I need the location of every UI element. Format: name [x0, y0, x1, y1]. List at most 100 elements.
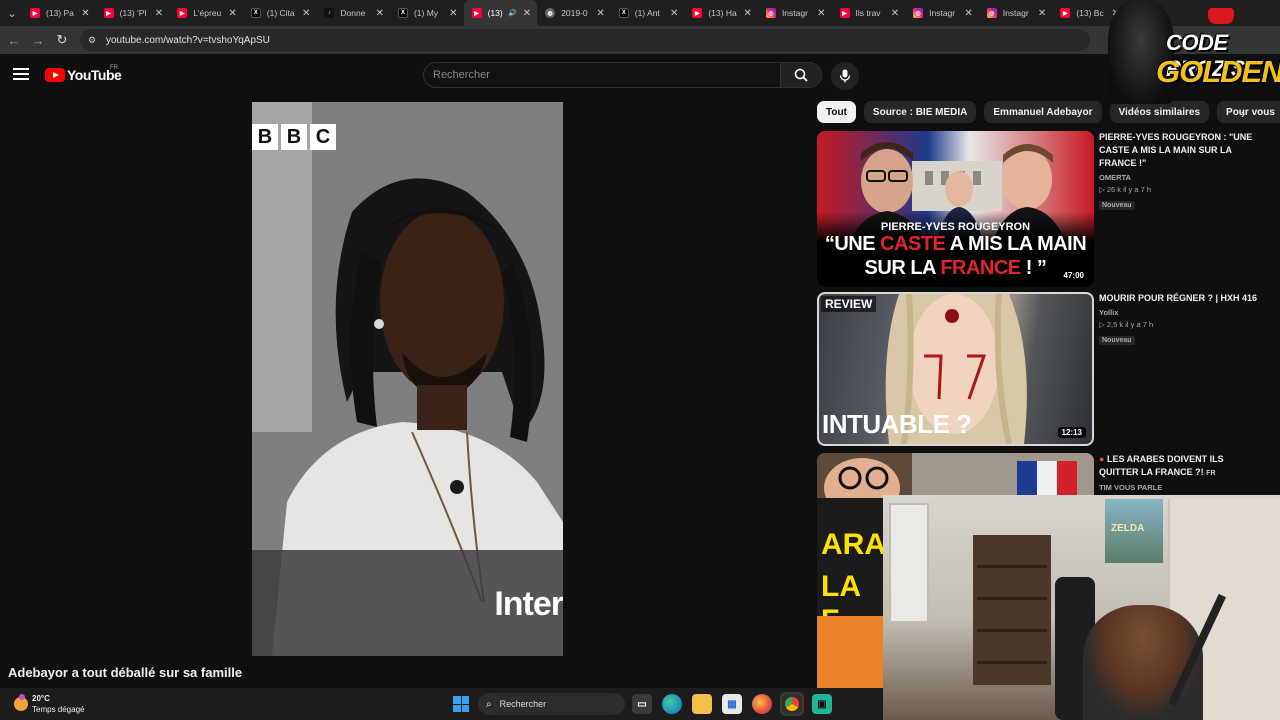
bbc-letter: B — [252, 124, 278, 150]
headline-part: SUR LA — [864, 257, 941, 279]
youtube-icon: ▶ — [30, 8, 40, 18]
browser-tab[interactable]: ♪ Donne ✕ — [316, 0, 390, 26]
tab-title: Instagr — [781, 8, 808, 18]
browser-tab[interactable]: ▶ (13) 'PI ✕ — [96, 0, 170, 26]
recommendation-item[interactable]: ● LES ARABES DOIVENT ILS QUITTER LA FRAN… — [817, 453, 1257, 498]
recommendation-item[interactable]: PIERRE-YVES ROUGEYRON “UNE CASTE A MIS L… — [817, 131, 1257, 287]
taskbar-search[interactable]: ⌕ Rechercher — [478, 693, 625, 715]
zelda-poster: ZELDA — [1105, 499, 1163, 563]
duration-badge: 12:13 — [1057, 427, 1086, 438]
close-tab-icon[interactable]: ✕ — [302, 8, 310, 19]
chevron-right-icon[interactable]: › — [1234, 104, 1252, 122]
close-tab-icon[interactable]: ✕ — [596, 8, 604, 19]
video-player[interactable]: B B C Inter — [252, 102, 563, 656]
thumbnail-headline-1: ARA — [821, 528, 883, 561]
review-tag: REVIEW — [821, 296, 877, 312]
close-tab-icon[interactable]: ✕ — [228, 8, 236, 19]
task-view-icon[interactable]: ▭ — [632, 694, 652, 714]
chip-similar-videos[interactable]: Vidéos similaires — [1109, 101, 1210, 123]
chip-emmanuel-adebayor[interactable]: Emmanuel Adebayor — [984, 101, 1102, 123]
close-tab-icon[interactable]: ✕ — [1038, 8, 1046, 19]
close-tab-icon[interactable]: ✕ — [964, 8, 972, 19]
fire-icon: ● — [1099, 454, 1105, 464]
youtube-masthead: YouTube FR Rechercher — [0, 54, 1280, 96]
speaker-icon[interactable]: 🔊 — [508, 9, 517, 17]
windows-start-icon[interactable] — [453, 696, 469, 712]
browser-tab[interactable]: X (1) Cita ✕ — [243, 0, 317, 26]
close-tab-icon[interactable]: ✕ — [891, 8, 899, 19]
browser-tab[interactable]: ▶ (13) Ha ✕ — [684, 0, 758, 26]
address-bar[interactable]: ⚙ youtube.com/watch?v=tvshoYqApSU — [80, 29, 1090, 51]
youtube-logo[interactable]: YouTube FR — [45, 65, 122, 83]
view-stats: ▷ 2,5 k il y a 7 h — [1099, 320, 1154, 329]
video-meta: ● LES ARABES DOIVENT ILS QUITTER LA FRAN… — [1099, 453, 1259, 492]
browser-tab[interactable]: ◎ Instagr ✕ — [905, 0, 979, 26]
store-icon[interactable]: ▦ — [722, 694, 742, 714]
bbc-logo: B B C — [252, 124, 336, 150]
browser-tab[interactable]: X (1) My ✕ — [390, 0, 464, 26]
streamer-webcam: ZELDA — [883, 495, 1280, 720]
instagram-icon: ◎ — [986, 8, 997, 18]
app-icon[interactable]: ▣ — [812, 694, 832, 714]
file-explorer-icon[interactable] — [692, 694, 712, 714]
chrome-icon[interactable] — [782, 694, 802, 714]
channel-name[interactable]: TIM VOUS PARLE — [1099, 483, 1259, 492]
browser-tab[interactable]: ◎ Instagr ✕ — [979, 0, 1053, 26]
tab-title: (13) Ha — [708, 8, 737, 18]
tab-search-chevron-icon[interactable]: ⌄ — [2, 3, 22, 23]
close-tab-icon[interactable]: ✕ — [155, 8, 163, 19]
thumbnail-fragment[interactable]: ARA LA F — [817, 498, 883, 688]
browser-tab[interactable]: ▶ Ils trav ✕ — [832, 0, 906, 26]
x-icon: X — [618, 8, 629, 18]
tiktok-icon: ♪ — [324, 8, 335, 18]
browser-tab[interactable]: ▶ (13) 🔊 ✕ — [463, 0, 538, 26]
channel-name[interactable]: OMERTA — [1099, 173, 1259, 182]
voice-search-button[interactable] — [831, 62, 859, 90]
address-url: youtube.com/watch?v=tvshoYqApSU — [106, 34, 270, 46]
browser-tab[interactable]: ◍ 2019-0 ✕ — [537, 0, 611, 26]
video-title: Adebayor a tout déballé sur sa famille — [8, 665, 243, 680]
youtube-icon: ▶ — [103, 8, 114, 18]
video-thumbnail[interactable] — [817, 453, 1094, 498]
weather-widget[interactable]: 20°C Temps dégagé — [14, 693, 84, 715]
video-meta: PIERRE-YVES ROUGEYRON : "UNE CASTE A MIS… — [1099, 131, 1259, 212]
menu-icon[interactable] — [13, 68, 29, 82]
close-tab-icon[interactable]: ✕ — [376, 8, 384, 19]
close-tab-icon[interactable]: ✕ — [744, 8, 752, 19]
channel-name[interactable]: Yollix — [1099, 308, 1259, 317]
thumbnail-orange-block — [817, 616, 883, 688]
site-info-icon[interactable]: ⚙ — [88, 35, 100, 45]
forward-icon[interactable]: → — [26, 28, 50, 52]
edge-icon[interactable] — [662, 694, 682, 714]
bbc-letter: B — [281, 124, 307, 150]
video-title[interactable]: MOURIR POUR RÉGNER ? | HxH 416 — [1099, 292, 1259, 305]
firefox-icon[interactable] — [752, 694, 772, 714]
video-thumbnail[interactable]: REVIEW INTUABLE ? 12:13 — [817, 292, 1094, 446]
video-thumbnail[interactable]: PIERRE-YVES ROUGEYRON “UNE CASTE A MIS L… — [817, 131, 1094, 287]
close-tab-icon[interactable]: ✕ — [449, 8, 457, 19]
search-input[interactable]: Rechercher — [423, 62, 781, 88]
close-tab-icon[interactable]: ✕ — [670, 8, 678, 19]
chip-all[interactable]: Tout — [817, 101, 856, 123]
browser-tab[interactable]: ▶ L'épreu ✕ — [169, 0, 243, 26]
close-tab-icon[interactable]: ✕ — [817, 8, 825, 19]
search-button[interactable] — [780, 62, 822, 88]
youtube-play-icon — [45, 68, 65, 82]
webcam-streamer — [1083, 605, 1203, 720]
browser-tab[interactable]: ▶ (13) Pa ✕ — [22, 0, 96, 26]
headline-part: “UNE — [824, 233, 881, 255]
tab-title: (13) 'PI — [119, 8, 147, 18]
browser-tab[interactable]: X (1) Ant ✕ — [611, 0, 685, 26]
browser-tab[interactable]: ◎ Instagr ✕ — [758, 0, 832, 26]
tab-title: L'épreu — [193, 8, 222, 18]
tab-title: Donne — [340, 8, 366, 18]
taskbar-search-label: Rechercher — [499, 699, 547, 709]
video-title[interactable]: ● LES ARABES DOIVENT ILS QUITTER LA FRAN… — [1099, 453, 1259, 480]
close-tab-icon[interactable]: ✕ — [81, 8, 89, 19]
back-icon[interactable]: ← — [2, 28, 26, 52]
recommendation-item[interactable]: REVIEW INTUABLE ? 12:13 MOURIR POUR RÉGN… — [817, 292, 1257, 446]
chip-source[interactable]: Source : BIE MEDIA — [863, 101, 977, 123]
video-title[interactable]: PIERRE-YVES ROUGEYRON : "UNE CASTE A MIS… — [1099, 131, 1259, 170]
close-tab-icon[interactable]: ✕ — [523, 8, 531, 19]
reload-icon[interactable]: ↻ — [50, 28, 74, 52]
